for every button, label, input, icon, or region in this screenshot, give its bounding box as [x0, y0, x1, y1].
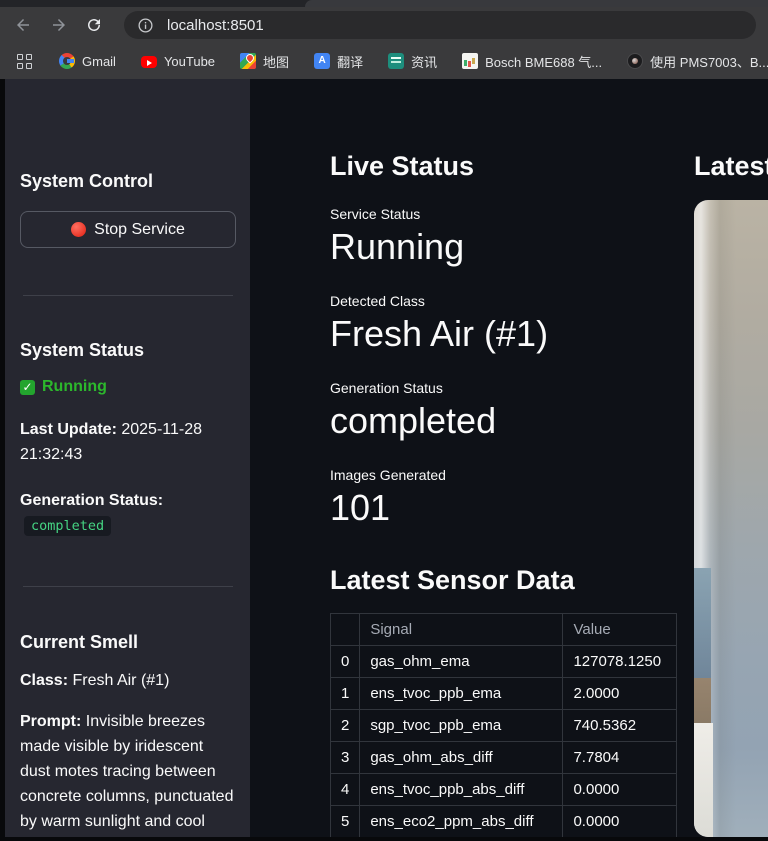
table-row: 3 gas_ohm_abs_diff 7.7804	[329, 741, 677, 774]
table-row: 0 gas_ohm_ema 127078.1250	[329, 645, 677, 678]
address-bar[interactable]: localhost:8501	[124, 11, 756, 39]
tab-strip	[0, 0, 768, 7]
generated-image	[694, 200, 768, 837]
running-label: Running	[42, 378, 107, 395]
site-info-icon[interactable]	[137, 17, 154, 34]
prompt-label: Prompt:	[20, 713, 82, 730]
news-icon	[388, 53, 405, 69]
class-value: Fresh Air (#1)	[72, 672, 170, 689]
table-row: 1 ens_tvoc_ppb_ema 2.0000	[329, 677, 677, 710]
bookmark-gmail[interactable]: Gmail	[59, 53, 116, 69]
bookmarks-bar: Gmail YouTube 地图 翻译 资讯 Bosch BME688 气...…	[0, 43, 768, 79]
sidebar-divider-2	[23, 586, 233, 587]
bookmark-news[interactable]: 资讯	[388, 52, 437, 71]
bookmark-maps[interactable]: 地图	[240, 52, 289, 71]
sidebar-divider	[23, 295, 233, 296]
table-row: 5 ens_eco2_ppm_abs_diff 0.0000	[329, 805, 677, 837]
main-content: Live Status Service Status Running Detec…	[250, 79, 768, 837]
google-translate-icon	[314, 53, 331, 69]
url-text: localhost:8501	[167, 16, 264, 34]
generation-status-label: Generation Status:	[20, 492, 164, 509]
active-tab-edge[interactable]	[305, 0, 768, 7]
last-update-line: Last Update: 2025-11-28 21:32:43	[20, 417, 236, 467]
stop-service-button[interactable]: Stop Service	[20, 211, 236, 248]
bookmark-pms[interactable]: 使用 PMS7003、B...	[627, 52, 768, 71]
smell-class-line: Class: Fresh Air (#1)	[20, 668, 236, 693]
system-control-title: System Control	[20, 171, 154, 191]
table-header-row: Signal Value	[329, 613, 677, 646]
system-status-title: System Status	[20, 340, 145, 360]
last-update-label: Last Update:	[20, 421, 117, 438]
generation-status-badge: completed	[24, 516, 112, 536]
live-status-title: Live Status	[330, 151, 475, 181]
latest-image-column: Latest	[694, 150, 768, 837]
prompt-line: Prompt: Invisible breezes made visible b…	[20, 709, 236, 837]
running-status: Running	[20, 378, 236, 396]
sidebar: System Control Stop Service System Statu…	[5, 79, 250, 837]
youtube-icon	[140, 56, 157, 68]
bookmark-youtube[interactable]: YouTube	[140, 54, 215, 69]
forward-icon[interactable]	[50, 16, 68, 34]
reload-icon[interactable]	[85, 16, 103, 34]
stop-service-label: Stop Service	[94, 220, 185, 238]
live-status-column: Live Status Service Status Running Detec…	[329, 150, 677, 837]
metric-images-generated: Images Generated 101	[330, 467, 446, 528]
browser-toolbar: localhost:8501	[0, 7, 768, 43]
google-g-icon	[59, 53, 75, 69]
generation-status-line: Generation Status: completed	[20, 488, 236, 539]
back-icon[interactable]	[14, 16, 32, 34]
col-header-signal: Signal	[359, 613, 564, 646]
sensor-dataframe[interactable]: Signal Value 0 gas_ohm_ema 127078.1250 1…	[329, 613, 677, 837]
google-maps-icon	[240, 53, 257, 69]
metric-generation-status: Generation Status completed	[330, 380, 497, 441]
latest-image-title: Latest	[694, 151, 768, 181]
class-label: Class:	[20, 672, 69, 689]
metric-service-status: Service Status Running	[330, 206, 465, 267]
sensor-data-title: Latest Sensor Data	[330, 565, 575, 595]
prompt-text: Invisible breezes made visible by irides…	[20, 713, 234, 830]
check-icon	[20, 379, 35, 395]
red-circle-icon	[71, 222, 87, 237]
col-header-value: Value	[562, 613, 677, 646]
current-smell-title: Current Smell	[20, 632, 139, 652]
bookmark-translate[interactable]: 翻译	[314, 52, 363, 71]
metric-detected-class: Detected Class Fresh Air (#1)	[330, 293, 549, 354]
pms-favicon	[627, 53, 644, 69]
bosch-favicon	[462, 53, 479, 69]
table-row: 4 ens_tvoc_ppb_abs_diff 0.0000	[329, 773, 677, 806]
bookmark-bosch[interactable]: Bosch BME688 气...	[462, 52, 602, 71]
apps-grid-icon[interactable]	[17, 53, 32, 69]
table-row: 2 sgp_tvoc_ppb_ema 740.5362	[329, 709, 677, 742]
